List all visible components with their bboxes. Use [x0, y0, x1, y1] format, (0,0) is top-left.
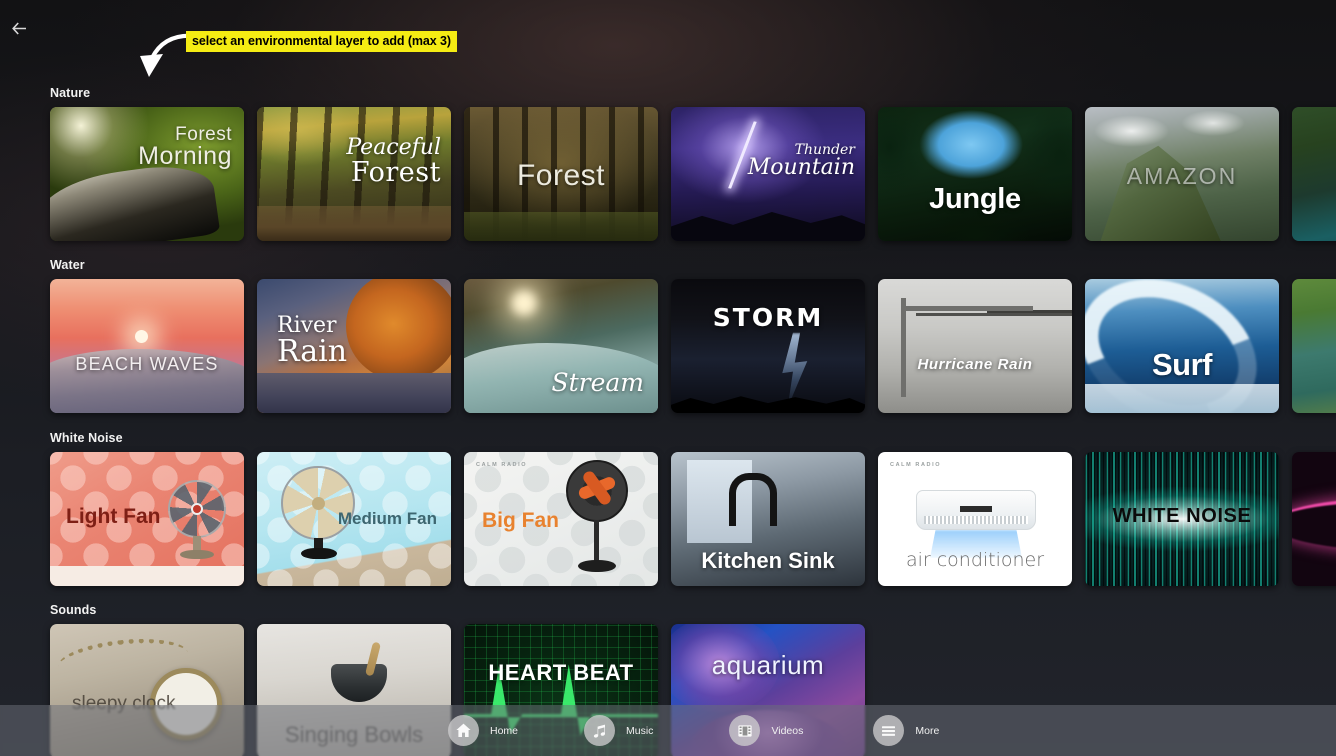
card-surf[interactable]: Surf	[1085, 279, 1279, 413]
card-light-fan[interactable]: Light Fan	[50, 452, 244, 586]
card-water-partial[interactable]	[1292, 279, 1336, 413]
card-artwork	[1292, 452, 1336, 586]
app-root: select an environmental layer to add (ma…	[0, 0, 1336, 756]
nav-label-home: Home	[490, 724, 519, 737]
home-icon	[448, 715, 479, 746]
card-forest-morning[interactable]: Forest Morning	[50, 107, 244, 241]
nav-item-music[interactable]: Music	[584, 715, 653, 746]
nav-item-more[interactable]: More	[873, 715, 939, 746]
row-title-white-noise: White Noise	[50, 431, 123, 445]
card-artwork	[671, 452, 865, 586]
card-artwork	[50, 107, 244, 241]
card-artwork	[1292, 107, 1336, 241]
card-big-fan[interactable]: CALM RADIO Big Fan	[464, 452, 658, 586]
music-note-icon	[584, 715, 616, 746]
card-artwork	[464, 279, 658, 413]
brand-label: CALM RADIO	[476, 462, 528, 468]
row-title-sounds: Sounds	[50, 603, 97, 617]
card-hurricane-rain[interactable]: Hurricane Rain	[878, 279, 1072, 413]
card-medium-fan[interactable]: Medium Fan	[257, 452, 451, 586]
nav-item-videos[interactable]: Videos	[729, 715, 803, 746]
bottom-navigation-bar: Home Music Videos More	[0, 705, 1336, 756]
row-cards-water: BEACH WAVES River Rain Stream STORM Hurr…	[0, 279, 1336, 413]
back-button[interactable]	[4, 14, 34, 42]
card-beach-waves[interactable]: BEACH WAVES	[50, 279, 244, 413]
card-forest[interactable]: Forest	[464, 107, 658, 241]
nav-label-music: Music	[626, 724, 654, 737]
row-cards-white-noise: Light Fan Medium Fan CALM RADIO Big Fan …	[0, 452, 1336, 586]
card-artwork	[671, 279, 865, 413]
fan-illustration	[562, 460, 632, 576]
row-nature: Nature Forest Morning Peaceful Forest Fo…	[0, 86, 1336, 241]
ac-airflow	[930, 530, 1022, 558]
annotation-label: select an environmental layer to add (ma…	[186, 31, 457, 52]
card-artwork	[878, 279, 1072, 413]
row-title-water: Water	[50, 258, 85, 272]
row-water: Water BEACH WAVES River Rain Stream STOR…	[0, 258, 1336, 413]
row-cards-nature: Forest Morning Peaceful Forest Forest Th…	[0, 107, 1336, 241]
ac-illustration	[916, 490, 1036, 530]
row-white-noise: White Noise Light Fan Medium Fan CALM RA…	[0, 431, 1336, 586]
nav-item-home[interactable]: Home	[448, 715, 518, 746]
card-stream[interactable]: Stream	[464, 279, 658, 413]
card-artwork	[671, 107, 865, 241]
row-title-nature: Nature	[50, 86, 91, 100]
card-nature-partial[interactable]	[1292, 107, 1336, 241]
card-white-noise-partial[interactable]	[1292, 452, 1336, 586]
fan-illustration	[166, 480, 228, 560]
card-air-conditioner[interactable]: CALM RADIO air conditioner	[878, 452, 1072, 586]
brand-label: CALM RADIO	[890, 462, 942, 468]
card-storm[interactable]: STORM	[671, 279, 865, 413]
card-artwork	[257, 279, 451, 413]
card-artwork	[1085, 452, 1279, 586]
film-strip-icon	[729, 715, 761, 746]
card-artwork	[1085, 107, 1279, 241]
nav-label-more: More	[915, 724, 940, 737]
card-amazon[interactable]: AMAZON	[1085, 107, 1279, 241]
card-jungle[interactable]: Jungle	[878, 107, 1072, 241]
card-thunder-mountain[interactable]: Thunder Mountain	[671, 107, 865, 241]
card-artwork	[1085, 279, 1279, 413]
card-artwork	[878, 107, 1072, 241]
card-artwork	[464, 107, 658, 241]
card-artwork	[1292, 279, 1336, 413]
card-peaceful-forest[interactable]: Peaceful Forest	[257, 107, 451, 241]
hamburger-menu-icon	[873, 715, 905, 746]
card-kitchen-sink[interactable]: Kitchen Sink	[671, 452, 865, 586]
card-river-rain[interactable]: River Rain	[257, 279, 451, 413]
nav-label-videos: Videos	[771, 724, 804, 737]
fan-illustration	[281, 466, 357, 562]
back-arrow-icon	[11, 21, 26, 35]
card-artwork	[257, 107, 451, 241]
card-artwork	[50, 279, 244, 413]
card-white-noise[interactable]: WHITE NOISE	[1085, 452, 1279, 586]
